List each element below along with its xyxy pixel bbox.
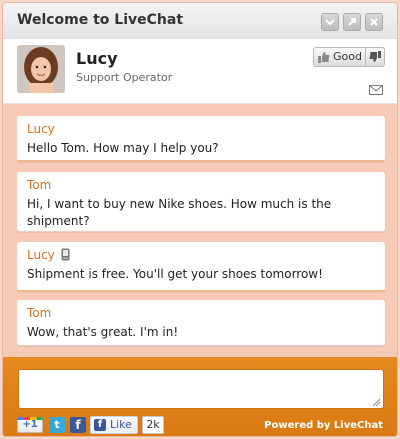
chat-message: Tom Hi, I want to buy new Nike shoes. Ho…: [17, 172, 385, 232]
chat-window: Welcome to LiveChat Lucy Support Operato…: [2, 2, 398, 437]
window-title: Welcome to LiveChat: [17, 12, 184, 28]
message-sender: Lucy: [27, 122, 55, 136]
rate-good-label: Good: [333, 50, 362, 63]
chat-message: Tom Wow, that's great. I'm in!: [17, 300, 385, 346]
envelope-icon[interactable]: [369, 85, 383, 95]
operator-role: Support Operator: [76, 71, 173, 84]
like-label: Like: [110, 418, 132, 431]
google-plus-bar: [17, 417, 43, 420]
rate-bad-button[interactable]: [366, 48, 384, 66]
resize-handle-icon[interactable]: [371, 397, 381, 407]
google-plus-label: +1: [22, 419, 38, 430]
like-count: 2k: [142, 416, 164, 434]
message-sender: Lucy: [27, 248, 375, 264]
message-sender-name: Lucy: [27, 248, 55, 262]
twitter-button[interactable]: t: [49, 417, 65, 433]
message-input[interactable]: [18, 369, 384, 409]
minimize-button[interactable]: [321, 13, 339, 31]
mobile-phone-icon: [61, 248, 70, 261]
message-text: Hi, I want to buy new Nike shoes. How mu…: [27, 197, 332, 228]
rate-chat: Good: [313, 47, 385, 67]
message-sender: Tom: [27, 178, 52, 192]
thumbs-up-icon: [318, 52, 330, 63]
twitter-icon: t: [54, 418, 60, 431]
chat-transcript[interactable]: Lucy Hello Tom. How may I help you? Tom …: [3, 104, 397, 360]
close-icon: [370, 18, 378, 26]
facebook-like-button[interactable]: f Like: [90, 416, 138, 434]
facebook-button[interactable]: f: [70, 417, 86, 433]
operator-avatar: [17, 45, 65, 93]
minimize-icon: [325, 19, 335, 26]
popout-icon: [348, 18, 356, 26]
facebook-icon: f: [75, 418, 81, 432]
google-plus-button[interactable]: +1: [17, 417, 43, 433]
operator-header: Lucy Support Operator Good: [3, 39, 397, 104]
operator-name: Lucy: [76, 49, 118, 68]
message-text: Hello Tom. How may I help you?: [27, 141, 219, 155]
chat-message: Lucy Hello Tom. How may I help you?: [17, 116, 385, 162]
powered-by-link[interactable]: Powered by LiveChat: [264, 420, 383, 431]
facebook-like-icon: f: [94, 419, 106, 431]
popout-button[interactable]: [343, 13, 361, 31]
chat-message: Lucy Shipment is free. You'll get your s…: [17, 242, 385, 292]
thumbs-down-icon: [369, 51, 381, 62]
chat-footer: +1 t f f Like 2k Powered by LiveChat: [3, 357, 397, 436]
close-button[interactable]: [365, 13, 383, 31]
title-bar: Welcome to LiveChat: [3, 3, 397, 40]
message-text: Wow, that's great. I'm in!: [27, 325, 179, 339]
rate-good-button[interactable]: Good: [314, 48, 366, 66]
message-sender: Tom: [27, 306, 52, 320]
message-text: Shipment is free. You'll get your shoes …: [27, 267, 323, 281]
